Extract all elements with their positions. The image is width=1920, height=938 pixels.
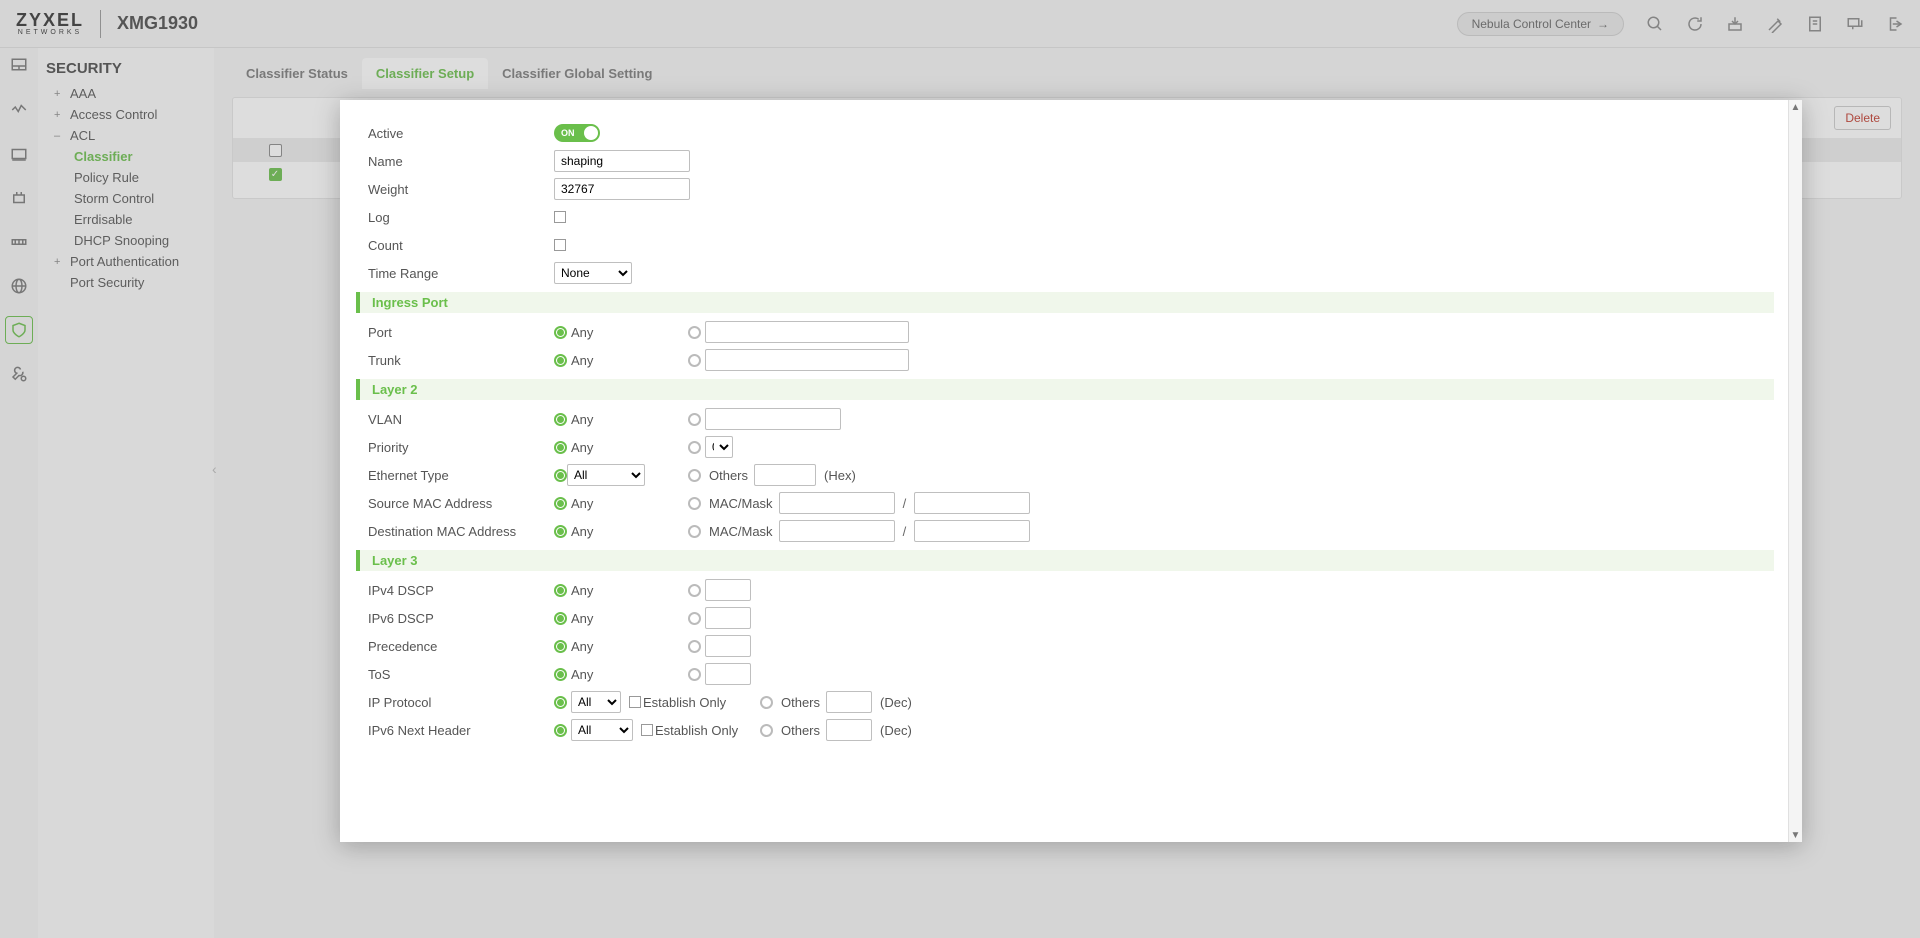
count-checkbox[interactable] [554, 239, 566, 251]
active-toggle[interactable]: ON [554, 124, 600, 142]
eth-type-select[interactable]: All [567, 464, 645, 486]
srcmac-any-radio[interactable] [554, 497, 567, 510]
section-ingress-port: Ingress Port [356, 292, 1774, 313]
ipv6dscp-label: IPv6 DSCP [368, 611, 554, 626]
ipv4dscp-input[interactable] [705, 579, 751, 601]
dstmac-any-radio[interactable] [554, 525, 567, 538]
port-any-radio[interactable] [554, 326, 567, 339]
count-label: Count [368, 238, 554, 253]
eth-others-input[interactable] [754, 464, 816, 486]
src-mac-label: Source MAC Address [368, 496, 554, 511]
ipproto-others-radio[interactable] [760, 696, 773, 709]
precedence-any-radio[interactable] [554, 640, 567, 653]
ipproto-label: IP Protocol [368, 695, 554, 710]
precedence-label: Precedence [368, 639, 554, 654]
tos-input[interactable] [705, 663, 751, 685]
port-spec-input[interactable] [705, 321, 909, 343]
log-label: Log [368, 210, 554, 225]
trunk-spec-radio[interactable] [688, 354, 701, 367]
priority-label: Priority [368, 440, 554, 455]
dstmac-spec-radio[interactable] [688, 525, 701, 538]
dstmac-mask-input[interactable] [914, 520, 1030, 542]
tos-spec-radio[interactable] [688, 668, 701, 681]
ipproto-others-input[interactable] [826, 691, 872, 713]
weight-label: Weight [368, 182, 554, 197]
priority-any-radio[interactable] [554, 441, 567, 454]
priority-spec-radio[interactable] [688, 441, 701, 454]
ipv6nh-select[interactable]: All [571, 719, 633, 741]
vlan-spec-radio[interactable] [688, 413, 701, 426]
section-layer2: Layer 2 [356, 379, 1774, 400]
precedence-spec-radio[interactable] [688, 640, 701, 653]
port-label: Port [368, 325, 554, 340]
log-checkbox[interactable] [554, 211, 566, 223]
ipv4dscp-label: IPv4 DSCP [368, 583, 554, 598]
active-label: Active [368, 126, 554, 141]
precedence-input[interactable] [705, 635, 751, 657]
dstmac-input[interactable] [779, 520, 895, 542]
ipv6nh-all-radio[interactable] [554, 724, 567, 737]
timerange-label: Time Range [368, 266, 554, 281]
tos-any-radio[interactable] [554, 668, 567, 681]
srcmac-mask-input[interactable] [914, 492, 1030, 514]
section-layer3: Layer 3 [356, 550, 1774, 571]
priority-select[interactable]: 0 [705, 436, 733, 458]
classifier-edit-modal: ▲ ▼ Active ON Name Weight Log Count [340, 100, 1802, 842]
ipv6nh-others-input[interactable] [826, 719, 872, 741]
vlan-spec-input[interactable] [705, 408, 841, 430]
timerange-select[interactable]: None [554, 262, 632, 284]
port-spec-radio[interactable] [688, 326, 701, 339]
name-label: Name [368, 154, 554, 169]
eth-any-radio[interactable] [554, 469, 567, 482]
ipv6dscp-input[interactable] [705, 607, 751, 629]
trunk-any-radio[interactable] [554, 354, 567, 367]
trunk-label: Trunk [368, 353, 554, 368]
modal-scrollbar[interactable]: ▲ ▼ [1788, 100, 1802, 842]
ipv4dscp-any-radio[interactable] [554, 584, 567, 597]
name-input[interactable] [554, 150, 690, 172]
toggle-knob [584, 126, 598, 140]
ipproto-select[interactable]: All [571, 691, 621, 713]
eth-type-label: Ethernet Type [368, 468, 554, 483]
ipv4dscp-spec-radio[interactable] [688, 584, 701, 597]
vlan-label: VLAN [368, 412, 554, 427]
trunk-spec-input[interactable] [705, 349, 909, 371]
srcmac-spec-radio[interactable] [688, 497, 701, 510]
tos-label: ToS [368, 667, 554, 682]
eth-others-radio[interactable] [688, 469, 701, 482]
weight-input[interactable] [554, 178, 690, 200]
srcmac-input[interactable] [779, 492, 895, 514]
ipv6nh-establish-checkbox[interactable] [641, 724, 653, 736]
dst-mac-label: Destination MAC Address [368, 524, 554, 539]
vlan-any-radio[interactable] [554, 413, 567, 426]
ipv6dscp-spec-radio[interactable] [688, 612, 701, 625]
toggle-on-text: ON [561, 128, 575, 138]
ipv6nh-label: IPv6 Next Header [368, 723, 554, 738]
scroll-up-icon[interactable]: ▲ [1789, 100, 1802, 114]
scroll-down-icon[interactable]: ▼ [1789, 828, 1802, 842]
ipv6dscp-any-radio[interactable] [554, 612, 567, 625]
ipproto-all-radio[interactable] [554, 696, 567, 709]
ipv6nh-others-radio[interactable] [760, 724, 773, 737]
ipproto-establish-checkbox[interactable] [629, 696, 641, 708]
